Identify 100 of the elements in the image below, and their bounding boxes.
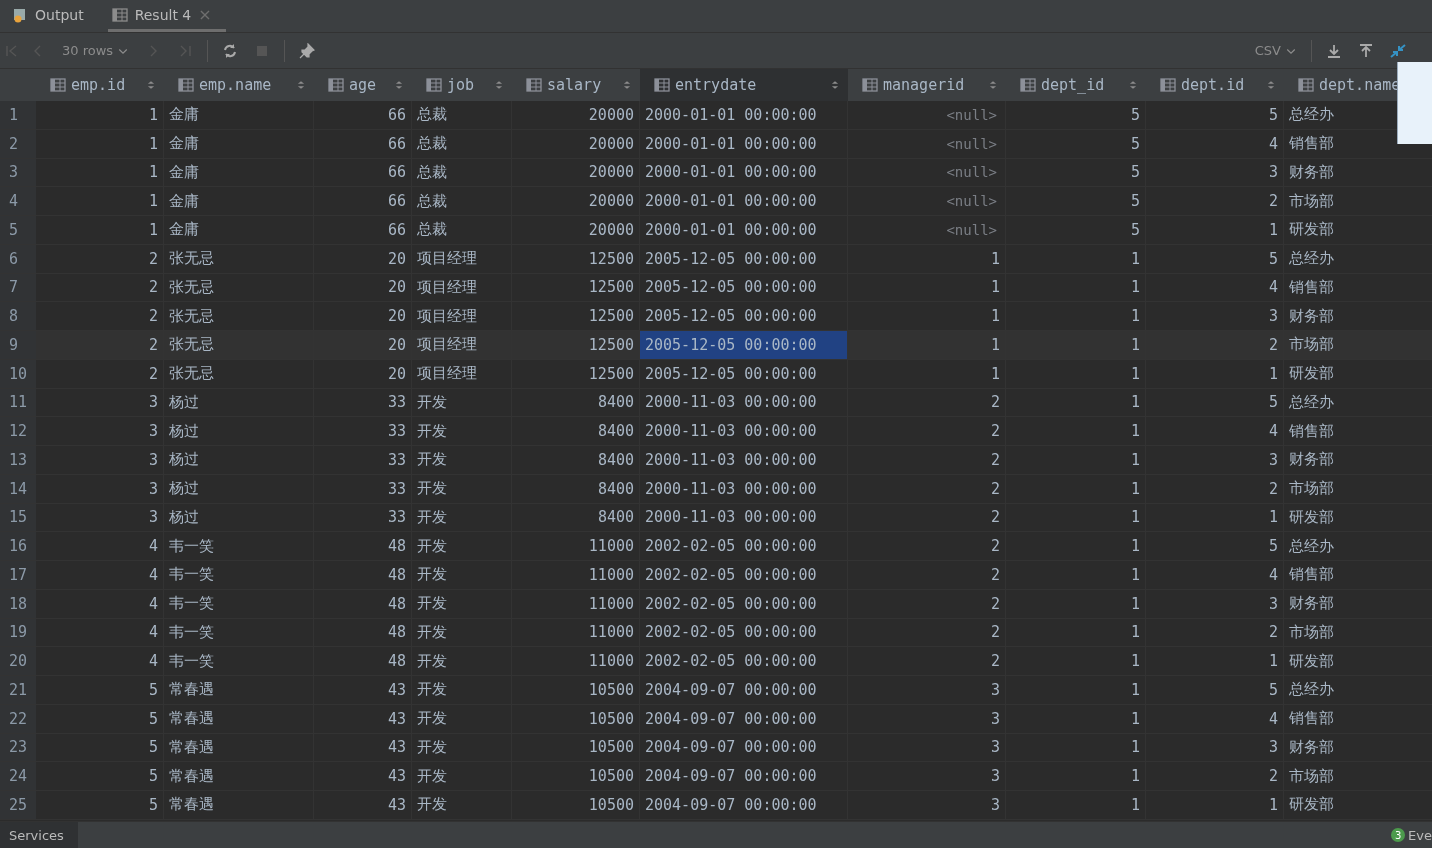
row-number: 5	[0, 216, 36, 244]
table-cell: 财务部	[1284, 446, 1432, 474]
table-cell: 总裁	[412, 216, 512, 244]
table-cell: 4	[36, 589, 164, 618]
table-cell: <null>	[848, 101, 1006, 129]
table-cell: 杨过	[164, 417, 314, 445]
table-cell: 2000-11-03 00:00:00	[640, 417, 848, 445]
table-cell: 3	[36, 388, 164, 417]
table-cell: 66	[314, 101, 412, 129]
row-number: 22	[0, 704, 36, 733]
table-cell: 3	[848, 704, 1006, 733]
table-cell: <null>	[848, 187, 1006, 215]
table-cell: 20000	[512, 101, 640, 129]
table-cell: 总裁	[412, 101, 512, 129]
table-cell: 20	[314, 302, 412, 330]
table-cell: 杨过	[164, 388, 314, 417]
table-cell: 2004-09-07 00:00:00	[640, 733, 848, 762]
table-cell: 48	[314, 589, 412, 618]
table-cell: 5	[1006, 216, 1146, 244]
table-cell: 11000	[512, 561, 640, 589]
table-cell: 2004-09-07 00:00:00	[640, 762, 848, 790]
table-cell: 1	[1006, 474, 1146, 503]
table-icon	[526, 77, 542, 93]
table-cell: 开发	[412, 446, 512, 474]
table-cell: 8400	[512, 388, 640, 417]
table-cell: 4	[1146, 704, 1284, 733]
table-cell: 33	[314, 388, 412, 417]
table-cell: 1	[36, 187, 164, 215]
table-cell: 8400	[512, 474, 640, 503]
table-cell: 3	[36, 503, 164, 532]
table-cell: 2002-02-05 00:00:00	[640, 589, 848, 618]
table-cell: 2002-02-05 00:00:00	[640, 618, 848, 647]
table-cell: 常春遇	[164, 791, 314, 819]
table-cell: 2	[1146, 187, 1284, 215]
table-cell: 1	[1006, 733, 1146, 762]
table-cell: 2004-09-07 00:00:00	[640, 676, 848, 704]
table-cell: 开发	[412, 618, 512, 647]
table-cell: 常春遇	[164, 733, 314, 762]
table-icon	[1160, 77, 1176, 93]
table-cell: 2	[848, 561, 1006, 589]
table-cell: 3	[848, 791, 1006, 819]
table-cell: 张无忌	[164, 302, 314, 330]
table-cell: 张无忌	[164, 331, 314, 359]
table-cell: 研发部	[1284, 791, 1432, 819]
table-cell: 研发部	[1284, 647, 1432, 675]
table-cell: 20	[314, 244, 412, 273]
table-icon	[654, 77, 670, 93]
table-cell: 43	[314, 791, 412, 819]
table-cell: 3	[1146, 302, 1284, 330]
format-dropdown[interactable]: CSV	[1248, 39, 1303, 62]
table-cell: 杨过	[164, 474, 314, 503]
event-log-tab[interactable]: Eve	[1408, 827, 1432, 843]
table-cell: 1	[36, 216, 164, 244]
table-cell: 市场部	[1284, 762, 1432, 790]
table-cell: 金庸	[164, 129, 314, 158]
table-cell: 1	[1006, 647, 1146, 675]
table-cell: 48	[314, 561, 412, 589]
table-cell: 12500	[512, 359, 640, 388]
table-cell: 1	[36, 129, 164, 158]
table-cell: 1	[1146, 503, 1284, 532]
table-cell: 3	[36, 417, 164, 445]
row-number: 1	[0, 101, 36, 129]
table-cell: 3	[36, 474, 164, 503]
table-cell: 1	[1006, 388, 1146, 417]
table-cell: 常春遇	[164, 676, 314, 704]
table-cell: <null>	[848, 158, 1006, 187]
page-size-dropdown[interactable]: 30 rows	[56, 39, 136, 62]
tab[interactable]: Output	[8, 0, 98, 32]
table-cell: 1	[1006, 676, 1146, 704]
row-number: 2	[0, 129, 36, 158]
table-cell: 5	[1006, 101, 1146, 129]
table-cell: 4	[36, 618, 164, 647]
row-number: 21	[0, 676, 36, 704]
table-cell: 韦一笑	[164, 589, 314, 618]
table-cell: 8400	[512, 503, 640, 532]
table-cell: 2	[848, 474, 1006, 503]
table-cell: 总经办	[1284, 532, 1432, 560]
table-cell: 市场部	[1284, 474, 1432, 503]
table-cell: 总裁	[412, 158, 512, 187]
table-cell: 4	[1146, 417, 1284, 445]
table-cell: 2	[848, 647, 1006, 675]
table-cell: 1	[1006, 503, 1146, 532]
table-cell: 张无忌	[164, 273, 314, 302]
table-icon	[862, 77, 878, 93]
table-cell: 项目经理	[412, 273, 512, 302]
column-header[interactable]: entrydate	[640, 69, 848, 101]
row-number: 18	[0, 589, 36, 618]
table-cell: 33	[314, 446, 412, 474]
row-number: 20	[0, 647, 36, 675]
table-cell: 4	[36, 561, 164, 589]
table-cell: 项目经理	[412, 302, 512, 330]
row-number: 12	[0, 417, 36, 445]
table-cell: <null>	[848, 129, 1006, 158]
table-cell: 5	[1146, 532, 1284, 560]
table-cell: 3	[848, 762, 1006, 790]
table-cell: 总经办	[1284, 388, 1432, 417]
services-tab[interactable]: Services	[0, 822, 78, 848]
table-cell: 2000-01-01 00:00:00	[640, 101, 848, 129]
row-number: 7	[0, 273, 36, 302]
table-cell: 2	[848, 388, 1006, 417]
